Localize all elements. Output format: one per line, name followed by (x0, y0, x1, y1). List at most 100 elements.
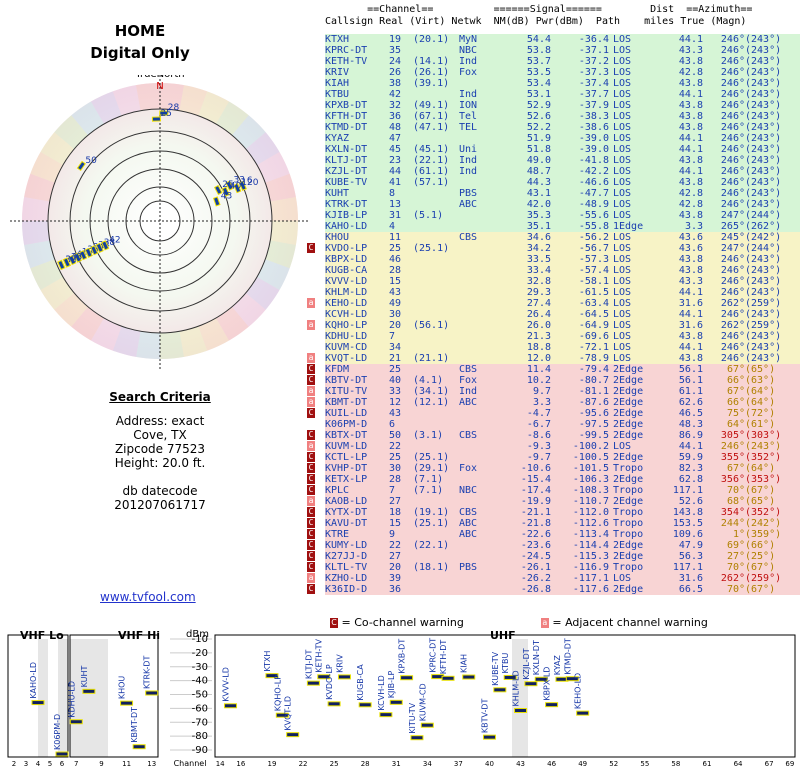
table-row[interactable]: KUVM-LD 22 -9.3 -100.2 LOS 44.1 246° (243°) a (307, 441, 800, 452)
cell-path: 2Edge (613, 452, 644, 463)
table-row[interactable]: KTBU 42 Ind 53.1 -37.7 LOS 44.1 246° (243°) (325, 89, 800, 100)
table-row[interactable]: KTXH 19 (20.1) MyN 54.4 -36.4 LOS 44.1 246° (243°… (325, 34, 800, 45)
table-row[interactable]: KVDO-LP 25 (25.1) 34.2 -56.7 LOS 43.6 247° (244°… (307, 243, 800, 254)
cell-path: Tropo (613, 507, 644, 518)
cell-real: 45 (389, 144, 402, 155)
table-row[interactable]: KEHO-LD 49 27.4 -63.4 LOS 31.6 262° (259°) a (307, 298, 800, 309)
cell-dist: 44.1 (678, 309, 703, 320)
table-row[interactable]: KAHO-LD 4 35.1 -55.8 1Edge 3.3 265° (262°) (325, 221, 800, 232)
cell-true: 262° (720, 298, 745, 309)
table-row[interactable]: KBTX-DT 50 (3.1) CBS -8.6 -99.5 2Edge 86.9 305°(… (307, 430, 800, 441)
table-row[interactable]: KETH-TV 24 (14.1) Ind 53.7 -37.2 LOS 43.8 246° (2… (325, 56, 800, 67)
table-row[interactable]: KHLM-LD 43 29.3 -61.5 LOS 44.1 246° (243°) (325, 287, 800, 298)
cell-dist: 117.1 (672, 562, 703, 573)
table-row[interactable]: KIAH 38 (39.1) 53.4 -37.4 LOS 43.8 246° (243°) (325, 78, 800, 89)
cell-cs: KBTX-DT (325, 430, 368, 441)
table-row[interactable]: KDHU-LD 7 21.3 -69.6 LOS 43.8 246° (243°) (325, 331, 800, 342)
cell-magn: (25°) (745, 551, 776, 562)
table-row[interactable]: KYAZ 47 51.9 -39.0 LOS 44.1 246° (243°) (325, 133, 800, 144)
cell-true: 246° (720, 144, 745, 155)
signal-bar-label: KUHT (80, 665, 89, 687)
cell-pwr: -38.6 (578, 122, 609, 133)
table-row[interactable]: KITU-TV 33 (34.1) Ind 9.7 -81.1 2Edge 61.1 67° (6… (307, 386, 800, 397)
table-row[interactable]: KCVH-LD 30 26.4 -64.5 LOS 44.1 246° (243°) (325, 309, 800, 320)
cell-magn: (243°) (745, 67, 782, 78)
table-row[interactable]: KUHT 8 PBS 43.1 -47.7 LOS 42.8 246° (243°) (325, 188, 800, 199)
cell-net: Ind (459, 56, 478, 67)
station-marker-label: 25 (222, 180, 233, 190)
table-row[interactable]: KTRK-DT 13 ABC 42.0 -48.9 LOS 42.8 246° (243°) (325, 199, 800, 210)
cell-magn: (243°) (745, 309, 782, 320)
cell-dist: 59.9 (678, 452, 703, 463)
cell-true: 246° (720, 89, 745, 100)
table-row[interactable]: KYTX-DT 18 (19.1) CBS -21.1 -112.0 Tropo 143.8 3… (307, 507, 800, 518)
cell-nm: -23.6 (520, 540, 551, 551)
cell-pwr: -116.9 (572, 562, 609, 573)
table-row[interactable]: KVQT-LD 21 (21.1) 12.0 -78.9 LOS 43.8 246° (243°… (307, 353, 800, 364)
table-row[interactable]: KETX-LP 28 (7.1) -15.4 -106.3 2Edge 62.8 356° (3… (307, 474, 800, 485)
table-row[interactable]: KXLN-DT 45 (45.1) Uni 51.8 -39.0 LOS 44.1 246° (2… (325, 144, 800, 155)
cell-path: 2Edge (613, 386, 644, 397)
cell-pwr: -61.5 (578, 287, 609, 298)
cell-virt: (19.1) (413, 507, 450, 518)
cell-virt: (25.1) (413, 243, 450, 254)
table-row[interactable]: KBTV-DT 40 (4.1) Fox 10.2 -80.7 2Edge 56.1 66° (6… (307, 375, 800, 386)
table-row[interactable]: KTRE 9 ABC -22.6 -113.4 Tropo 109.6 1° (359°) C (307, 529, 800, 540)
table-row[interactable]: KVHP-DT 30 (29.1) Fox -10.6 -101.5 Tropo 82.3 67… (307, 463, 800, 474)
cell-true: 69° (726, 540, 745, 551)
table-row[interactable]: KAOB-LD 27 -19.9 -110.7 2Edge 52.6 68° (65°) a (307, 496, 800, 507)
table-row[interactable]: K06PM-D 6 -6.7 -97.5 2Edge 48.3 64° (61°) (325, 419, 800, 430)
table-row[interactable]: KHOU 11 CBS 34.6 -56.2 LOS 43.6 245° (242°) (325, 232, 800, 243)
table-row[interactable]: KTMD-DT 48 (47.1) TEL 52.2 -38.6 LOS 43.8 246° (2… (325, 122, 800, 133)
site-link[interactable]: www.tvfool.com (100, 590, 196, 604)
cell-path: LOS (613, 276, 632, 287)
cell-true: 246° (720, 78, 745, 89)
co-channel-warning-icon: C (307, 551, 315, 561)
signal-bar-label: KTMD-DT (563, 638, 572, 675)
table-row[interactable]: KUMY-LD 22 (22.1) -23.6 -114.4 2Edge 47.9 69° (6… (307, 540, 800, 551)
table-row[interactable]: KUBE-TV 41 (57.1) 44.3 -46.6 LOS 43.8 246° (243°… (325, 177, 800, 188)
db-code: 201207061717 (114, 498, 206, 512)
table-row[interactable]: KBPX-LD 46 33.5 -57.3 LOS 43.8 246° (243°) (325, 254, 800, 265)
table-row[interactable]: KPLC 7 (7.1) NBC -17.4 -108.3 Tropo 117.1 70° (67… (307, 485, 800, 496)
cell-virt: (56.1) (413, 320, 450, 331)
table-row[interactable]: KZJL-DT 44 (61.1) Ind 48.7 -42.2 LOS 44.1 246° (2… (325, 166, 800, 177)
table-row[interactable]: KUVM-CD 34 18.8 -72.1 LOS 44.1 246° (243°) (325, 342, 800, 353)
table-row[interactable]: KUGB-CA 28 33.4 -57.4 LOS 43.8 246° (243°) (325, 265, 800, 276)
cell-cs: KUHT (325, 188, 350, 199)
cell-magn: (243°) (745, 254, 782, 265)
cell-cs: KTXH (325, 34, 350, 45)
table-row[interactable]: KJIB-LP 31 (5.1) 35.3 -55.6 LOS 43.8 247° (244°) (325, 210, 800, 221)
table-row[interactable]: K36ID-D 36 -26.8 -117.6 2Edge 66.5 70° (67°) C (307, 584, 800, 595)
table-row[interactable]: KQHO-LP 20 (56.1) 26.0 -64.9 LOS 31.6 262° (259°… (307, 320, 800, 331)
table-row[interactable]: KZHO-LD 39 -26.2 -117.1 LOS 31.6 262° (259°) a (307, 573, 800, 584)
cell-real: 34 (389, 342, 402, 353)
table-row[interactable]: KPRC-DT 35 NBC 53.8 -37.1 LOS 43.3 246° (243°) (325, 45, 800, 56)
table-row[interactable]: KFTH-DT 36 (67.1) Tel 52.6 -38.3 LOS 43.8 246° (2… (325, 111, 800, 122)
table-row[interactable]: KFDM 25 CBS 11.4 -79.4 2Edge 56.1 67° (65°) C (307, 364, 800, 375)
table-row[interactable]: K27JJ-D 27 -24.5 -115.3 2Edge 56.3 27° (25°) C (307, 551, 800, 562)
table-row[interactable]: KLTL-TV 20 (18.1) PBS -26.1 -116.9 Tropo 117.1 7… (307, 562, 800, 573)
station-marker-label: 42 (109, 235, 120, 245)
cell-net: Ind (459, 386, 478, 397)
table-row[interactable]: KAVU-DT 15 (25.1) ABC -21.8 -112.6 Tropo 153.5 2… (307, 518, 800, 529)
cell-true: 70° (726, 584, 745, 595)
table-row[interactable]: KRIV 26 (26.1) Fox 53.5 -37.3 LOS 42.8 246° (243°… (325, 67, 800, 78)
cell-true: 247° (720, 210, 745, 221)
table-row[interactable]: KUIL-LD 43 -4.7 -95.6 2Edge 46.5 75° (72°) C (307, 408, 800, 419)
co-channel-warning-icon: C (307, 430, 315, 440)
table-row[interactable]: KPXB-DT 32 (49.1) ION 52.9 -37.9 LOS 43.8 246° (2… (325, 100, 800, 111)
table-row[interactable]: KVVV-LD 15 32.8 -58.1 LOS 43.3 246° (243°) (325, 276, 800, 287)
cell-nm: 29.3 (526, 287, 551, 298)
cell-dist: 117.1 (672, 485, 703, 496)
cell-magn: (259°) (745, 573, 782, 584)
criteria-city: Cove, TX (133, 428, 187, 442)
cell-nm: 34.2 (526, 243, 551, 254)
table-row[interactable]: KLTJ-DT 23 (22.1) Ind 49.0 -41.8 LOS 43.8 246° (2… (325, 155, 800, 166)
table-row[interactable]: KBMT-DT 12 (12.1) ABC 3.3 -87.6 2Edge 62.6 66° (6… (307, 397, 800, 408)
cell-nm: 11.4 (526, 364, 551, 375)
cell-pwr: -97.5 (578, 419, 609, 430)
table-row[interactable]: KCTL-LP 25 (25.1) -9.7 -100.5 2Edge 59.9 355° (3… (307, 452, 800, 463)
cell-dist: 43.8 (678, 100, 703, 111)
cell-dist: 46.5 (678, 408, 703, 419)
